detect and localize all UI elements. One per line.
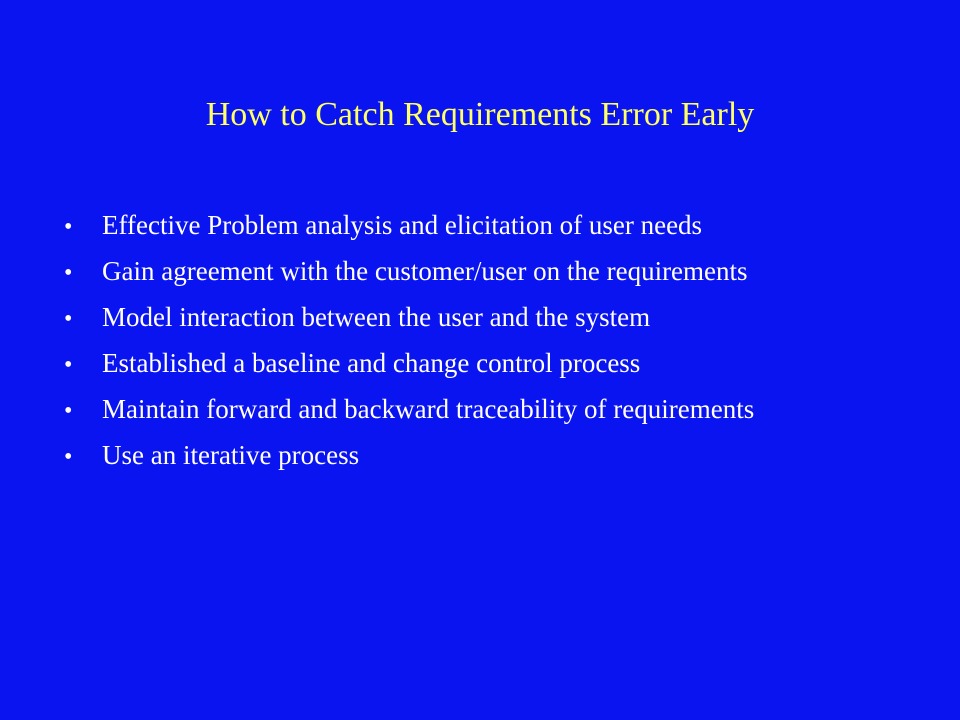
list-item-text: Established a baseline and change contro… [102, 348, 641, 378]
list-item-text: Use an iterative process [102, 440, 360, 470]
bullet-list: • Effective Problem analysis and elicita… [64, 205, 944, 481]
list-item: • Effective Problem analysis and elicita… [64, 205, 944, 251]
list-item: • Established a baseline and change cont… [64, 343, 944, 389]
bullet-icon: • [64, 444, 73, 470]
bullet-icon: • [64, 352, 73, 378]
list-item-text: Gain agreement with the customer/user on… [102, 256, 748, 286]
bullet-icon: • [64, 306, 73, 332]
bullet-icon: • [64, 260, 73, 286]
list-item-text: Effective Problem analysis and elicitati… [102, 210, 703, 240]
list-item: • Use an iterative process [64, 435, 944, 481]
bullet-icon: • [64, 214, 73, 240]
list-item-text: Model interaction between the user and t… [102, 302, 651, 332]
list-item: • Gain agreement with the customer/user … [64, 251, 944, 297]
slide-title: How to Catch Requirements Error Early [205, 96, 755, 133]
list-item-text: Maintain forward and backward traceabili… [102, 394, 755, 424]
slide: How to Catch Requirements Error Early • … [0, 0, 960, 720]
list-item: • Model interaction between the user and… [64, 297, 944, 343]
list-item: • Maintain forward and backward traceabi… [64, 389, 944, 435]
bullet-icon: • [64, 398, 73, 424]
